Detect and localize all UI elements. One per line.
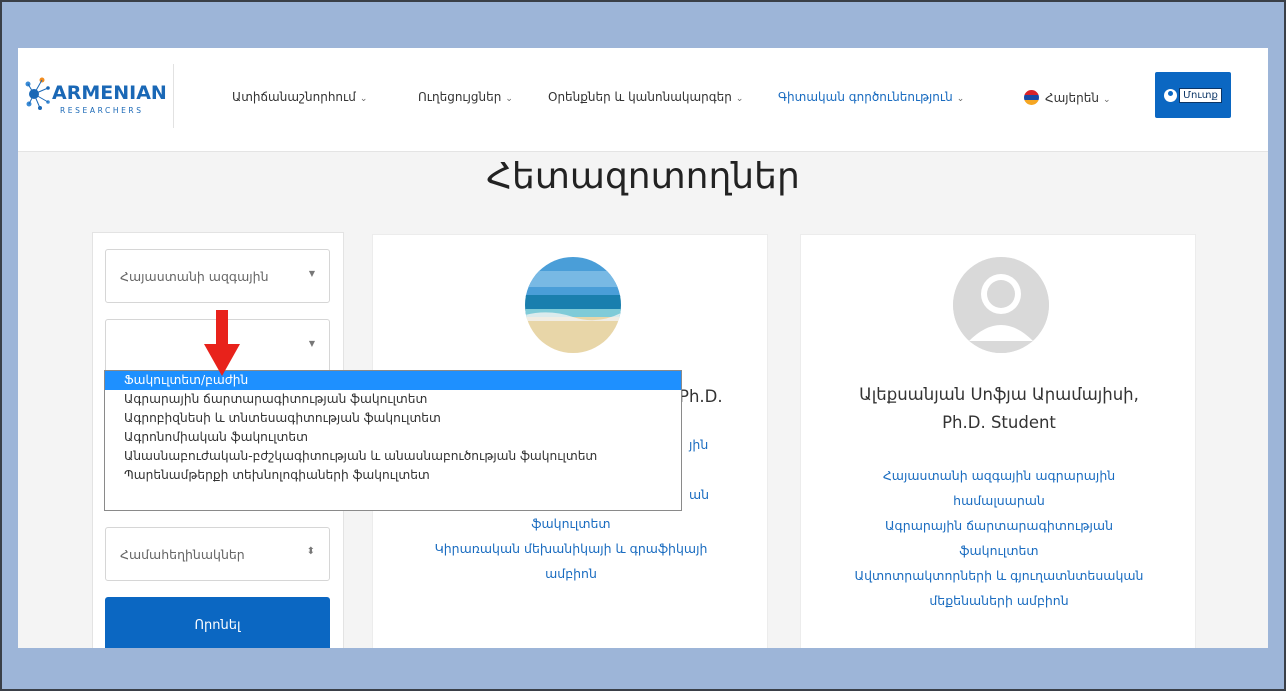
logo-text: ARMENIAN: [52, 82, 167, 104]
page-title: Հետազոտողներ: [486, 156, 800, 197]
site-header: ARMENIAN RESEARCHERS Ատիճանաշնորհում ⌄ Ու…: [18, 48, 1268, 152]
chevron-down-icon: ⌄: [359, 94, 368, 104]
user-silhouette-icon: [953, 257, 1049, 353]
default-avatar-icon[interactable]: [953, 257, 1049, 353]
language-label: Հայերեն: [1045, 91, 1099, 105]
dropdown-option[interactable]: Ագրարային ճարտարագիտության ֆակուլտետ: [105, 390, 681, 409]
chevron-down-icon: ⌄: [1102, 95, 1111, 105]
faculty-link[interactable]: ֆակուլտետ: [801, 538, 1197, 563]
logo-subtext: RESEARCHERS: [60, 106, 144, 115]
faculty-link[interactable]: ֆակուլտետ: [373, 511, 769, 536]
university-link-partial[interactable]: յին: [689, 437, 708, 452]
chevron-down-icon: ⌄: [735, 94, 744, 104]
nav-item-guides[interactable]: Ուղեցույցներ ⌄: [418, 90, 513, 104]
university-link[interactable]: Հայաստանի ազգային ագրարային: [801, 463, 1197, 488]
nav-item-degrees[interactable]: Ատիճանաշնորհում ⌄: [232, 90, 367, 104]
degree-select[interactable]: Համահեղինակներ ⬍: [105, 527, 330, 581]
department-link[interactable]: Ավտոտրակտորների և գյուղատնտեսական: [801, 563, 1197, 588]
university-select[interactable]: Հայաստանի ազգային ▼: [105, 249, 330, 303]
department-link[interactable]: մեքենաների ամբիոն: [801, 588, 1197, 613]
site-logo[interactable]: ARMENIAN RESEARCHERS: [24, 64, 174, 128]
faculty-dropdown-list[interactable]: Ֆակուլտետ/բաժին Ագրարային ճարտարագիտությ…: [104, 370, 682, 511]
researcher-degree: Ph.D. Student: [942, 413, 1056, 432]
dropdown-option[interactable]: Պարենամթերքի տեխնոլոգիաների ֆակուլտետ: [105, 466, 681, 485]
department-link[interactable]: ամբիոն: [373, 561, 769, 586]
researcher-name-partial: Ph.D.: [679, 387, 723, 406]
nav-item-label: Ուղեցույցներ: [418, 90, 502, 104]
faculty-link-partial[interactable]: ան: [689, 487, 709, 502]
nav-item-laws[interactable]: Օրենքներ և կանոնակարգեր ⌄: [548, 90, 743, 104]
nav-item-scientific-activity[interactable]: Գիտական գործունեություն ⌄: [778, 90, 964, 104]
university-select-value: Հայաստանի ազգային: [120, 269, 269, 284]
sort-arrows-icon: ⬍: [306, 546, 315, 557]
dropdown-arrow-icon: ▼: [308, 339, 315, 348]
user-icon: [1164, 88, 1178, 102]
dropdown-option[interactable]: Անասնաբուժական-բժշկագիտության և անասնաբո…: [105, 447, 681, 466]
beach-photo: [525, 257, 621, 353]
red-arrow-annotation-icon: [204, 310, 240, 376]
browser-viewport: ARMENIAN RESEARCHERS Ատիճանաշնորհում ⌄ Ու…: [18, 48, 1268, 648]
nav-item-label: Օրենքներ և կանոնակարգեր: [548, 90, 732, 104]
faculty-link[interactable]: Ագրարային ճարտարագիտության: [801, 513, 1197, 538]
login-button[interactable]: Մուտք: [1155, 72, 1231, 118]
dropdown-option[interactable]: Ագրոբիզնեսի և տնտեսագիտության ֆակուլտետ: [105, 409, 681, 428]
chevron-down-icon: ⌄: [956, 94, 965, 104]
researcher-avatar[interactable]: [525, 257, 621, 353]
language-selector[interactable]: Հայերեն ⌄: [1024, 90, 1111, 105]
researcher-name-line: Ալեքսանյան Սոֆյա Արամայիսի,: [859, 385, 1139, 404]
researcher-card: Ալեքսանյան Սոֆյա Արամայիսի, Ph.D. Studen…: [800, 234, 1196, 648]
nav-item-label: Ատիճանաշնորհում: [232, 90, 356, 104]
dropdown-arrow-icon: ▼: [308, 269, 315, 278]
university-link[interactable]: համալսարան: [801, 488, 1197, 513]
login-label: Մուտք: [1179, 87, 1222, 103]
researcher-affiliation-links: Հայաստանի ազգային ագրարային համալսարան Ա…: [801, 463, 1197, 613]
department-link[interactable]: Կիրառական մեխանիկայի և գրաֆիկայի: [373, 536, 769, 561]
search-button[interactable]: Որոնել: [105, 597, 330, 648]
dropdown-option[interactable]: Ֆակուլտետ/բաժին: [105, 371, 681, 390]
dropdown-option[interactable]: Ագրոնոմիական ֆակուլտետ: [105, 428, 681, 447]
researcher-name: Ալեքսանյան Սոֆյա Արամայիսի, Ph.D. Studen…: [801, 381, 1197, 437]
nav-item-label: Գիտական գործունեություն: [778, 90, 953, 104]
degree-select-value: Համահեղինակներ: [120, 547, 245, 562]
armenian-flag-icon: [1024, 90, 1039, 105]
researcher-affiliation-links: ֆակուլտետ Կիրառական մեխանիկայի և գրաֆիկա…: [373, 511, 769, 586]
chevron-down-icon: ⌄: [505, 94, 513, 104]
